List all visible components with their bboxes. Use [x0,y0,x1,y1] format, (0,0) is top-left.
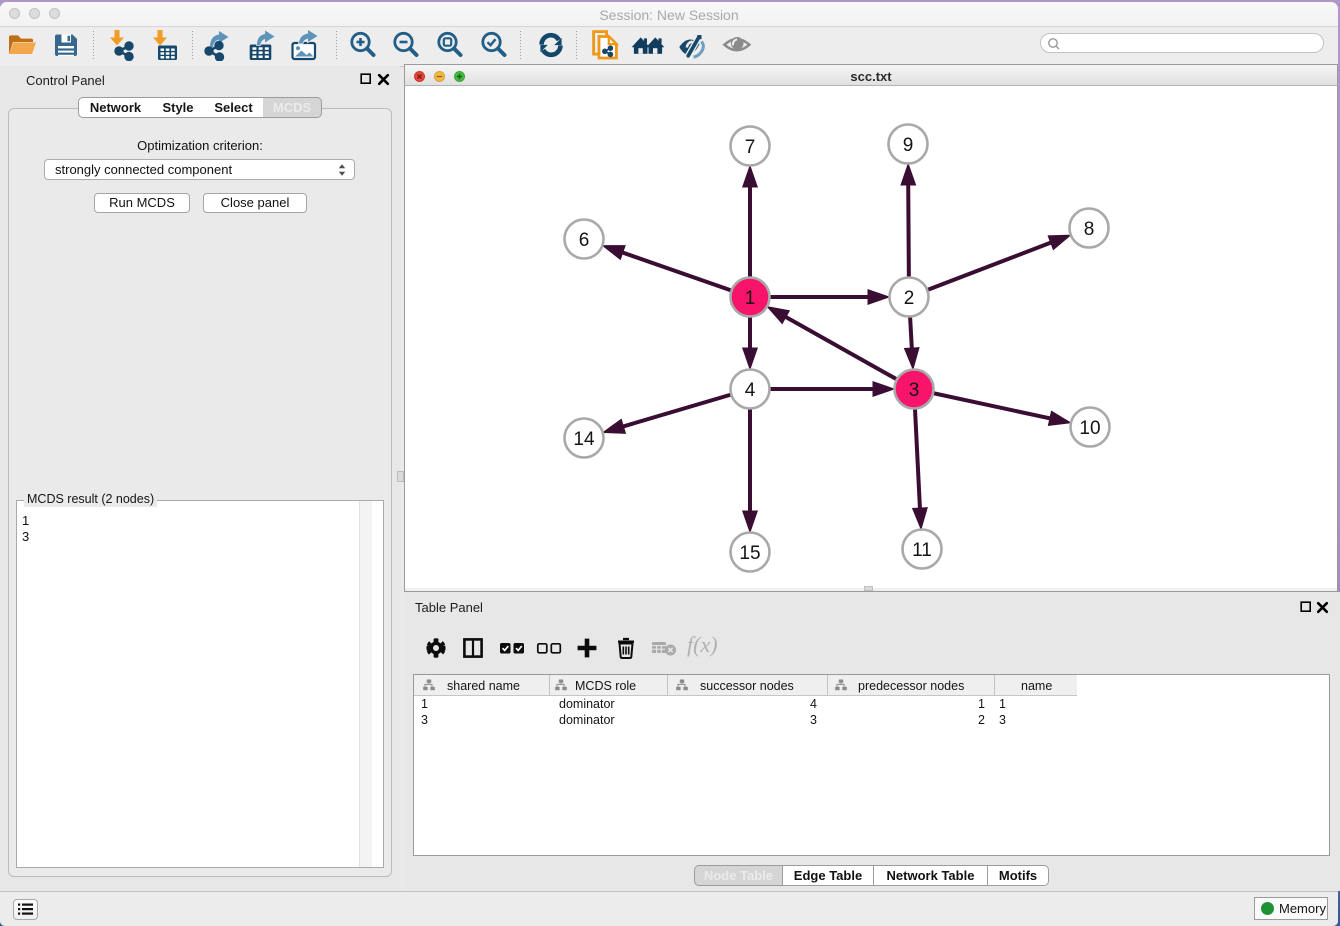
svg-text:8: 8 [1084,219,1095,240]
svg-text:1: 1 [745,288,756,309]
svg-text:14: 14 [573,429,595,450]
svg-text:7: 7 [745,137,756,158]
svg-text:15: 15 [739,543,760,564]
svg-text:2: 2 [904,288,915,309]
svg-text:11: 11 [912,540,932,561]
svg-text:6: 6 [579,230,590,251]
svg-text:10: 10 [1079,418,1100,439]
svg-text:3: 3 [909,380,920,401]
svg-text:4: 4 [745,380,756,401]
svg-text:9: 9 [903,135,914,156]
